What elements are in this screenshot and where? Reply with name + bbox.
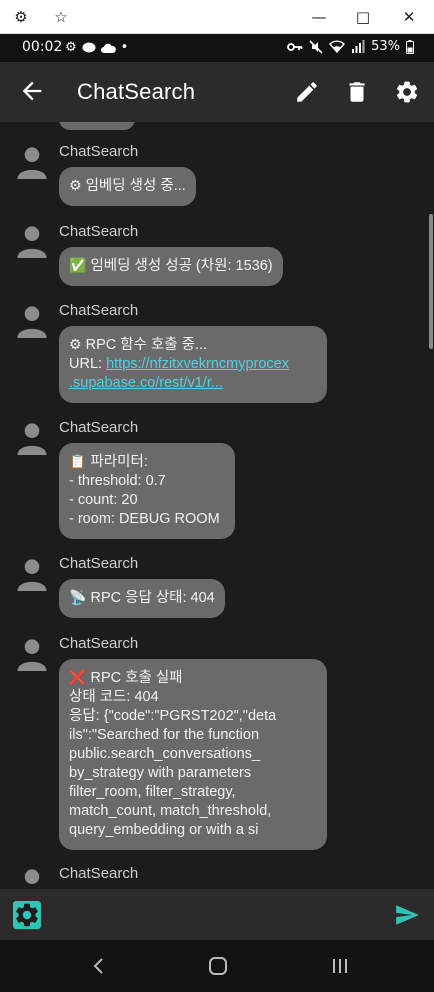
person-avatar-icon xyxy=(17,147,47,179)
gear-emoji-icon: ⚙ xyxy=(69,178,82,194)
message-bubble-partial xyxy=(59,122,135,130)
person-avatar-icon xyxy=(24,869,40,884)
emulator-window-titlebar: ⚙ ☆ — □ ✕ xyxy=(0,0,434,34)
status-bar: 00:02 ⚙ • 53% xyxy=(0,34,434,62)
message-bubble: ❌ RPC 호출 실패 상태 코드: 404 응답: {"code":"PGRS… xyxy=(59,659,327,850)
status-time: 00:02 xyxy=(22,39,63,55)
signal-icon xyxy=(352,40,365,53)
gear-emoji-icon: ⚙ xyxy=(69,337,82,353)
message-text: 파라미터: xyxy=(90,454,148,470)
message-text: 응답: {"code":"PGRST202","deta xyxy=(69,708,277,724)
settings-gear-icon[interactable] xyxy=(394,79,420,105)
pin-icon[interactable]: ☆ xyxy=(51,7,71,27)
nav-back-icon[interactable] xyxy=(88,956,110,976)
person-avatar-icon xyxy=(17,639,47,671)
delete-trash-icon[interactable] xyxy=(344,79,370,105)
app-bar: ChatSearch xyxy=(0,62,434,122)
message-text: RPC 함수 호출 중... xyxy=(85,337,208,353)
scrollbar-thumb[interactable] xyxy=(429,214,433,349)
gear-icon[interactable]: ⚙ xyxy=(11,7,31,27)
message-bubble: ⚙ 임베딩 생성 중... xyxy=(59,167,196,206)
person-avatar-icon xyxy=(17,559,47,591)
message-text: RPC 호출 실패 xyxy=(90,670,183,686)
rpc-url-link[interactable]: .supabase.co/rest/v1/r... xyxy=(69,375,223,391)
message-text: 임베딩 생성 중... xyxy=(85,178,186,194)
talk-notification-icon xyxy=(82,42,96,52)
message-sender: ChatSearch xyxy=(59,223,139,240)
message-text: public.search_conversations_ xyxy=(69,746,261,762)
battery-icon xyxy=(406,39,414,54)
message-bubble: 📋 파라미터: - threshold: 0.7 - count: 20 - r… xyxy=(59,443,235,539)
back-arrow-icon[interactable] xyxy=(18,77,46,105)
cloud-notification-icon xyxy=(100,43,116,53)
check-mark-emoji-icon: ✅ xyxy=(69,258,87,274)
message-text: filter_room, filter_strategy, xyxy=(69,784,236,800)
nav-recents-icon[interactable] xyxy=(329,956,351,976)
message-input[interactable] xyxy=(55,899,375,929)
status-right-icons: 53% xyxy=(287,39,414,54)
message-list[interactable]: ChatSearch ⚙ 임베딩 생성 중... ChatSearch ✅ 임베… xyxy=(0,122,434,889)
message-sender: ChatSearch xyxy=(59,143,139,160)
message-sender: ChatSearch xyxy=(59,555,139,572)
message-bubble: 📡 RPC 응답 상태: 404 xyxy=(59,579,225,618)
mute-icon xyxy=(309,39,323,54)
message-text: ils":"Searched for the function xyxy=(69,727,260,743)
input-settings-button[interactable] xyxy=(13,901,41,929)
message-text: RPC 응답 상태: 404 xyxy=(90,590,215,606)
settings-gear-icon xyxy=(16,903,38,927)
notification-icons: ⚙ • xyxy=(65,40,128,55)
message-text: query_embedding or with a si xyxy=(69,822,259,838)
dot-notification-icon: • xyxy=(120,40,129,55)
maximize-icon[interactable]: □ xyxy=(353,7,373,27)
message-text: 임베딩 생성 성공 (차원: 1536) xyxy=(90,258,273,274)
clipboard-emoji-icon: 📋 xyxy=(69,454,87,470)
person-avatar-icon xyxy=(17,423,47,455)
message-sender: ChatSearch xyxy=(59,635,139,652)
message-sender: ChatSearch xyxy=(59,419,139,436)
message-text: 상태 코드: 404 xyxy=(69,689,159,705)
settings-notification-icon: ⚙ xyxy=(65,40,77,55)
message-input-bar xyxy=(0,889,434,940)
person-avatar-icon xyxy=(17,226,47,258)
url-label: URL: xyxy=(69,356,107,372)
message-sender: ChatSearch xyxy=(59,302,139,319)
close-icon[interactable]: ✕ xyxy=(399,7,419,27)
battery-percent: 53% xyxy=(371,39,400,54)
message-text: match_count, match_threshold, xyxy=(69,803,272,819)
minimize-icon[interactable]: — xyxy=(309,7,329,27)
message-text: - threshold: 0.7 xyxy=(69,473,166,489)
edit-pencil-icon[interactable] xyxy=(294,79,320,105)
page-title: ChatSearch xyxy=(77,79,196,104)
message-bubble: ✅ 임베딩 생성 성공 (차원: 1536) xyxy=(59,247,283,286)
message-bubble: ⚙ RPC 함수 호출 중... URL: https://nfzitxvekr… xyxy=(59,326,327,403)
system-navigation-bar xyxy=(0,940,434,992)
person-avatar-icon xyxy=(17,306,47,338)
message-text: by_strategy with parameters xyxy=(69,765,252,781)
vpn-key-icon xyxy=(287,42,303,51)
cross-mark-emoji-icon: ❌ xyxy=(69,670,87,686)
wifi-icon xyxy=(329,40,346,53)
satellite-antenna-emoji-icon: 📡 xyxy=(69,590,87,606)
send-icon[interactable] xyxy=(392,902,422,928)
message-text: - count: 20 xyxy=(69,492,138,508)
message-text: - room: DEBUG ROOM xyxy=(69,511,220,527)
nav-home-icon[interactable] xyxy=(207,956,229,976)
rpc-url-link[interactable]: https://nfzitxvekrncmyprocex xyxy=(106,356,289,372)
message-sender: ChatSearch xyxy=(59,865,139,882)
